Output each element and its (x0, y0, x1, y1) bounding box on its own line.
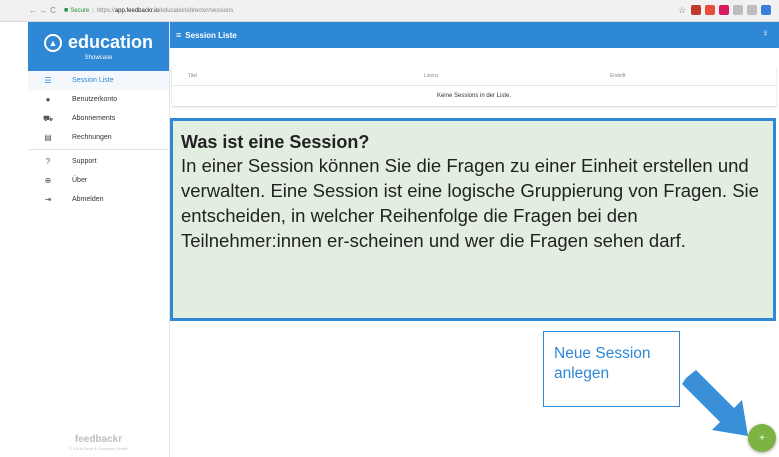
info-title: Was ist eine Session? (181, 132, 370, 152)
brand-header: ▲ education Showcase (28, 22, 169, 71)
extension-icon[interactable] (747, 5, 757, 15)
menu-icon[interactable]: ≡ (176, 30, 181, 40)
sidebar-item-session-liste[interactable]: ☰ Session Liste (28, 71, 169, 90)
menu-divider (28, 149, 169, 150)
add-session-button[interactable]: + (748, 424, 776, 452)
bookmark-star-icon[interactable]: ☆ (677, 5, 687, 15)
page-title: Session Liste (185, 30, 237, 40)
url-separator: | (92, 7, 94, 14)
graduation-cap-icon: ▲ (43, 33, 62, 52)
back-icon[interactable]: ← (28, 6, 38, 15)
extensions-bar: ☆ (677, 5, 771, 15)
reload-icon[interactable]: C (48, 6, 58, 15)
url-host: app.feedbackr.io (114, 7, 159, 14)
sidebar-item-label: Support (72, 158, 97, 165)
browser-toolbar: ← → C ■ Secure | https:// app.feedbackr.… (0, 0, 779, 22)
top-app-bar: ≡ Session Liste ♀ (170, 22, 779, 48)
secure-label: Secure (70, 7, 90, 14)
sidebar-item-benutzerkonto[interactable]: ● Benutzerkonto (28, 90, 169, 109)
sidebar-menu: ☰ Session Liste ● Benutzerkonto ⛟ Abonne… (28, 71, 169, 209)
sidebar-item-abonnements[interactable]: ⛟ Abonnements (28, 109, 169, 128)
sidebar-item-support[interactable]: ? Support (28, 152, 169, 171)
info-callout: Was ist eine Session? In einer Session k… (170, 118, 776, 321)
callout-arrow-icon (682, 370, 748, 436)
footer-copyright: © 2018 Gerrit & Company GmbH (69, 446, 128, 451)
help-icon: ? (45, 157, 51, 166)
extension-icon[interactable] (719, 5, 729, 15)
sidebar-item-label: Abonnements (72, 115, 116, 122)
brand-subtitle: Showcase (84, 55, 113, 61)
person-icon: ● (45, 95, 51, 104)
lightbulb-icon[interactable]: ♀ (762, 28, 770, 39)
table-header: Titel Lizenz Erstellt (172, 66, 776, 86)
sidebar-item-label: Benutzerkonto (72, 96, 118, 103)
column-header-erstellt[interactable]: Erstellt (594, 73, 625, 79)
brand-title: education (67, 32, 153, 52)
invoice-icon: ▤ (44, 133, 52, 142)
sidebar-item-rechnungen[interactable]: ▤ Rechnungen (28, 128, 169, 147)
cart-icon: ⛟ (42, 113, 54, 123)
url-path: /education/director/sessions (158, 7, 234, 14)
column-header-titel[interactable]: Titel (172, 73, 408, 79)
sidebar-item-abmelden[interactable]: ⇥ Abmelden (28, 190, 169, 209)
extension-icon[interactable] (705, 5, 715, 15)
sessions-table: Titel Lizenz Erstellt Keine Sessions in … (172, 66, 776, 106)
footer-logo: feedbackr (74, 434, 123, 445)
new-session-callout: Neue Session anlegen (543, 331, 680, 407)
lock-icon: ■ (64, 7, 69, 14)
column-header-lizenz[interactable]: Lizenz (408, 73, 594, 79)
forward-icon[interactable]: → (38, 6, 48, 15)
sidebar-item-ueber[interactable]: ⊕ Über (28, 171, 169, 190)
url-protocol: https:// (96, 7, 115, 14)
sidebar-item-label: Über (72, 177, 88, 184)
pocket-icon[interactable] (691, 5, 701, 15)
sidebar-item-label: Rechnungen (72, 134, 112, 141)
address-bar[interactable]: ■ Secure | https:// app.feedbackr.io /ed… (64, 4, 624, 18)
sidebar-footer: feedbackr © 2018 Gerrit & Company GmbH (28, 434, 169, 451)
sidebar: ▲ education Showcase ☰ Session Liste ● B… (28, 22, 170, 457)
logout-icon: ⇥ (44, 195, 52, 204)
globe-icon: ⊕ (44, 176, 52, 185)
app-window: ← → C ■ Secure | https:// app.feedbackr.… (0, 0, 779, 457)
extension-icon[interactable] (761, 5, 771, 15)
sidebar-item-label: Session Liste (72, 77, 114, 84)
sidebar-item-label: Abmelden (72, 196, 104, 203)
extension-icon[interactable] (733, 5, 743, 15)
info-body: In einer Session können Sie die Fragen z… (181, 155, 759, 251)
empty-state-message: Keine Sessions in der Liste. (436, 93, 512, 99)
brand-row: ▲ education (43, 32, 153, 53)
list-icon: ☰ (44, 76, 52, 85)
